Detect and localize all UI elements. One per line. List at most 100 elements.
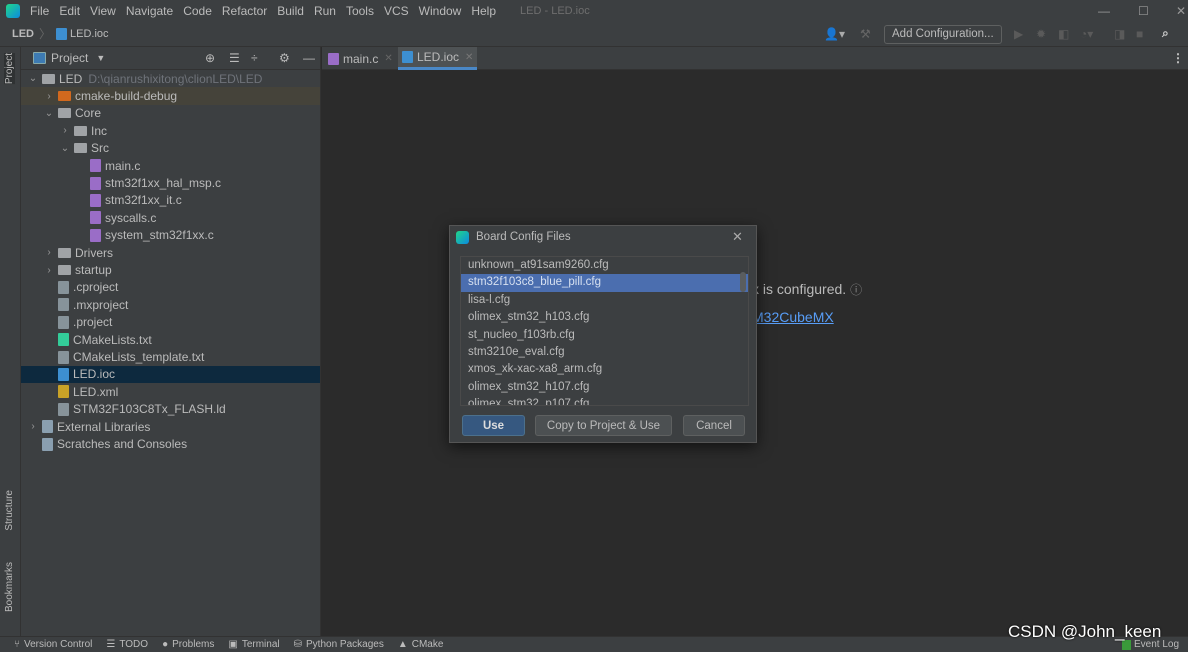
status-label: CMake [411,639,444,650]
status-label: Problems [172,639,215,650]
chevron-right-icon[interactable]: › [43,91,55,102]
help-icon[interactable]: ⓘ [850,283,862,297]
status-terminal[interactable]: ▣ Terminal [228,639,279,650]
tree-item[interactable]: LED.xml [21,383,320,400]
project-view-selector[interactable]: Project [51,51,88,65]
copy-to-project-use-button[interactable]: Copy to Project & Use [535,415,672,436]
menu-edit[interactable]: Edit [59,4,80,18]
tree-item[interactable]: › cmake-build-debug [21,87,320,105]
tree-item[interactable]: › Inc [21,122,320,139]
tree-item[interactable]: CMakeLists.txt [21,331,320,348]
status-cmake[interactable]: ▲ CMake [398,639,444,650]
close-icon[interactable]: ✕ [384,53,392,64]
tree-item[interactable]: main.c [21,157,320,174]
gear-icon[interactable]: ⚙ [279,51,290,65]
menu-code[interactable]: Code [183,4,212,18]
chevron-right-icon[interactable]: › [59,125,71,136]
menu-run[interactable]: Run [314,4,336,18]
debug-icon[interactable]: ✹ [1036,27,1046,41]
tree-item[interactable]: LED.ioc [21,365,320,384]
chevron-down-icon[interactable]: ⌄ [27,73,39,84]
close-window-button[interactable]: ✕ [1176,4,1186,18]
tree-item[interactable]: stm32f1xx_hal_msp.c [21,174,320,191]
menu-file[interactable]: File [30,4,49,18]
close-icon[interactable]: ✕ [465,52,473,63]
search-icon[interactable]: ⌕ [1162,26,1169,41]
watermark: CSDN @John_keen [1008,622,1162,641]
menu-vcs[interactable]: VCS [384,4,409,18]
hide-icon[interactable]: — [303,51,315,65]
run-icon[interactable]: ▶ [1014,27,1023,41]
profile-icon[interactable]: ◔▾ [1080,27,1093,41]
config-file-item[interactable]: stm3210e_eval.cfg [461,344,748,361]
tree-item[interactable]: › External Libraries [21,418,320,435]
config-file-item[interactable]: olimex_stm32_h103.cfg [461,309,748,326]
tree-item[interactable]: ⌄ Src [21,140,320,157]
chevron-down-icon[interactable]: ⌄ [59,143,71,154]
chevron-right-icon[interactable]: › [43,265,55,276]
config-file-item[interactable]: xmos_xk-xac-xa8_arm.cfg [461,361,748,378]
chevron-down-icon[interactable]: ⌄ [43,108,55,119]
tree-item[interactable]: system_stm32f1xx.c [21,227,320,244]
status-version-control[interactable]: ⑂ Version Control [14,639,92,650]
config-file-item[interactable]: stm32f103c8_blue_pill.cfg [461,274,748,292]
build-hammer-icon[interactable]: ⚒ [860,27,871,41]
tree-item[interactable]: ⌄ LED D:\qianrushixitong\clionLED\LED [21,70,320,87]
menu-tools[interactable]: Tools [346,4,374,18]
config-file-item[interactable]: unknown_at91sam9260.cfg [461,257,748,274]
status-problems[interactable]: ● Problems [162,639,214,650]
stop-icon[interactable]: ■ [1136,27,1143,41]
expand-all-icon[interactable]: ☰ [229,51,240,65]
use-button[interactable]: Use [462,415,525,436]
menu-window[interactable]: Window [419,4,462,18]
tab-main-c[interactable]: main.c ✕ [328,47,393,70]
config-file-list[interactable]: unknown_at91sam9260.cfg stm32f103c8_blue_… [460,256,749,406]
minimize-button[interactable]: — [1098,4,1110,18]
breadcrumb-project[interactable]: LED [12,28,34,40]
user-icon[interactable]: 👤▾ [824,27,845,41]
stripe-bookmarks[interactable]: Bookmarks [4,562,15,612]
tab-led-ioc[interactable]: LED.ioc ✕ [398,47,478,70]
project-panel-header: Project ▼ ⊕ ☰ ÷ ⚙ — [21,47,320,70]
config-file-item[interactable]: st_nucleo_f103rb.cfg [461,327,748,344]
chevron-right-icon[interactable]: › [43,247,55,258]
tree-item[interactable]: › startup [21,261,320,278]
menu-help[interactable]: Help [471,4,496,18]
tab-label: main.c [343,51,379,66]
coverage-icon[interactable]: ◧ [1058,27,1069,41]
attach-icon[interactable]: ◨ [1114,27,1125,41]
config-file-item[interactable]: lisa-l.cfg [461,292,748,309]
tree-item[interactable]: › Drivers [21,244,320,261]
stm32cubemx-link[interactable]: M32CubeMX [752,309,834,325]
add-configuration-button[interactable]: Add Configuration... [884,25,1002,44]
tree-item[interactable]: .mxproject [21,296,320,313]
list-scrollbar[interactable] [740,272,746,292]
tree-item[interactable]: stm32f1xx_it.c [21,192,320,209]
breadcrumb-file[interactable]: LED.ioc [70,28,109,40]
menu-view[interactable]: View [90,4,116,18]
tree-item[interactable]: STM32F103C8Tx_FLASH.ld [21,401,320,418]
tree-item[interactable]: .project [21,314,320,331]
status-todo[interactable]: ☰ TODO [106,639,148,650]
cancel-button[interactable]: Cancel [683,415,745,436]
dialog-close-icon[interactable]: ✕ [732,229,743,245]
tree-item[interactable]: CMakeLists_template.txt [21,348,320,365]
tree-item[interactable]: ⌄ Core [21,105,320,122]
tree-item[interactable]: Scratches and Consoles [21,435,320,452]
locate-icon[interactable]: ⊕ [205,51,215,65]
menu-refactor[interactable]: Refactor [222,4,267,18]
more-options-icon[interactable]: ⋮ [1172,51,1184,65]
chevron-down-icon[interactable]: ▼ [96,53,105,63]
collapse-all-icon[interactable]: ÷ [251,51,258,65]
tree-item[interactable]: syscalls.c [21,209,320,226]
config-file-item[interactable]: olimex_stm32_h107.cfg [461,379,748,396]
stripe-structure[interactable]: Structure [4,490,15,531]
chevron-right-icon[interactable]: › [27,421,39,432]
menu-build[interactable]: Build [277,4,304,18]
stripe-project[interactable]: Project [4,53,15,85]
menu-navigate[interactable]: Navigate [126,4,173,18]
maximize-button[interactable]: ☐ [1138,4,1149,18]
tree-item[interactable]: .cproject [21,279,320,296]
status-python-packages[interactable]: ⛁ Python Packages [294,639,384,650]
config-file-item[interactable]: olimex_stm32_p107.cfg [461,396,748,405]
